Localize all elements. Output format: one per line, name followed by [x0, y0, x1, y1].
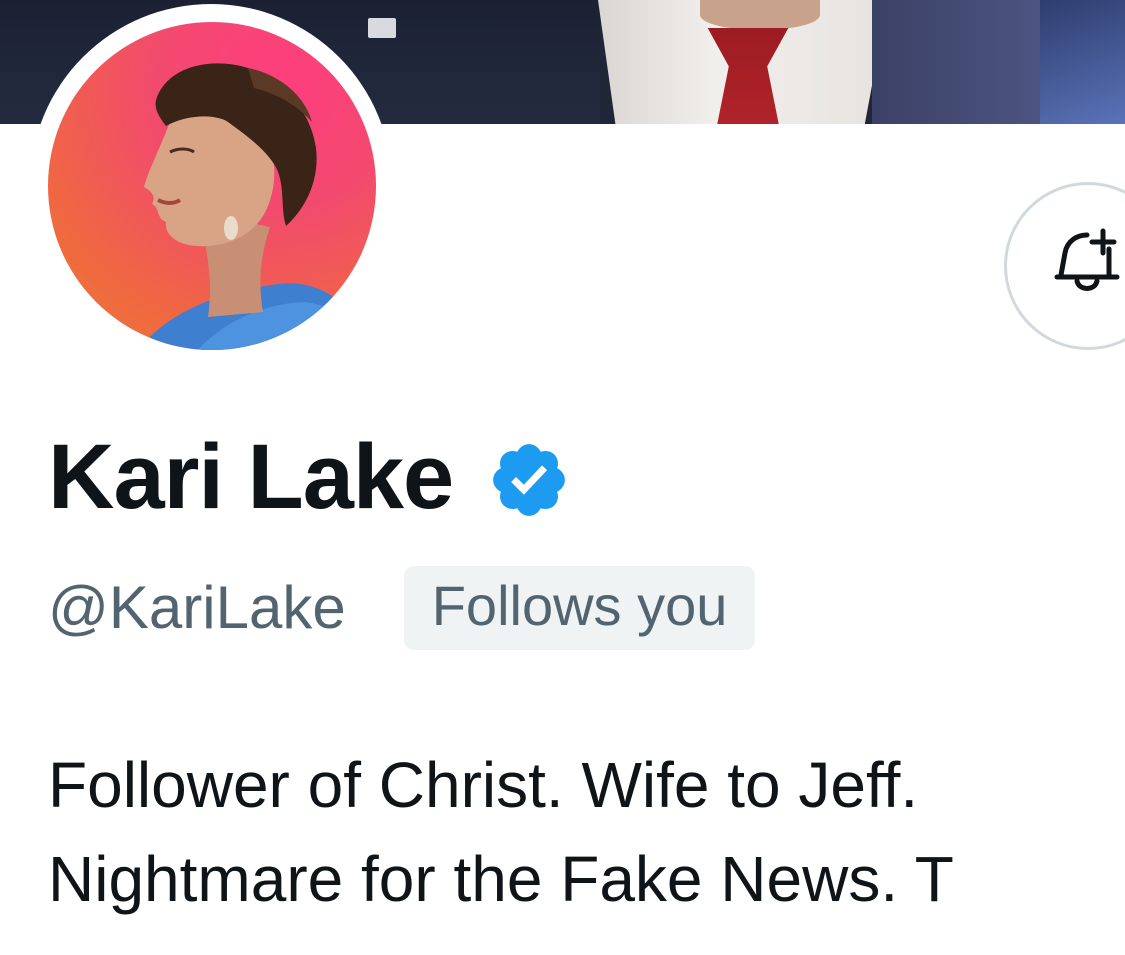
bio-line: Follower of Christ. Wife to Jeff. — [48, 749, 919, 821]
profile-handle-row: @KariLake Follows you — [48, 566, 756, 650]
profile-display-name: Kari Lake — [48, 426, 454, 528]
verified-badge-icon[interactable] — [487, 438, 571, 522]
bio-line: Nightmare for the Fake News. T — [48, 843, 954, 915]
avatar-portrait — [138, 63, 376, 350]
banner-lapel-pin — [368, 18, 396, 38]
profile-bio: Follower of Christ. Wife to Jeff. Nightm… — [48, 738, 1125, 926]
profile-name-row: Kari Lake — [48, 412, 571, 542]
banner-chin — [700, 0, 820, 30]
banner-suit-right — [872, 0, 1042, 124]
banner-sleeve — [1040, 0, 1125, 124]
profile-handle: @KariLake — [48, 574, 346, 641]
follows-you-badge: Follows you — [403, 566, 756, 650]
bell-plus-icon — [1054, 228, 1120, 291]
notifications-bell-button[interactable] — [1004, 182, 1125, 350]
avatar[interactable] — [48, 22, 376, 350]
